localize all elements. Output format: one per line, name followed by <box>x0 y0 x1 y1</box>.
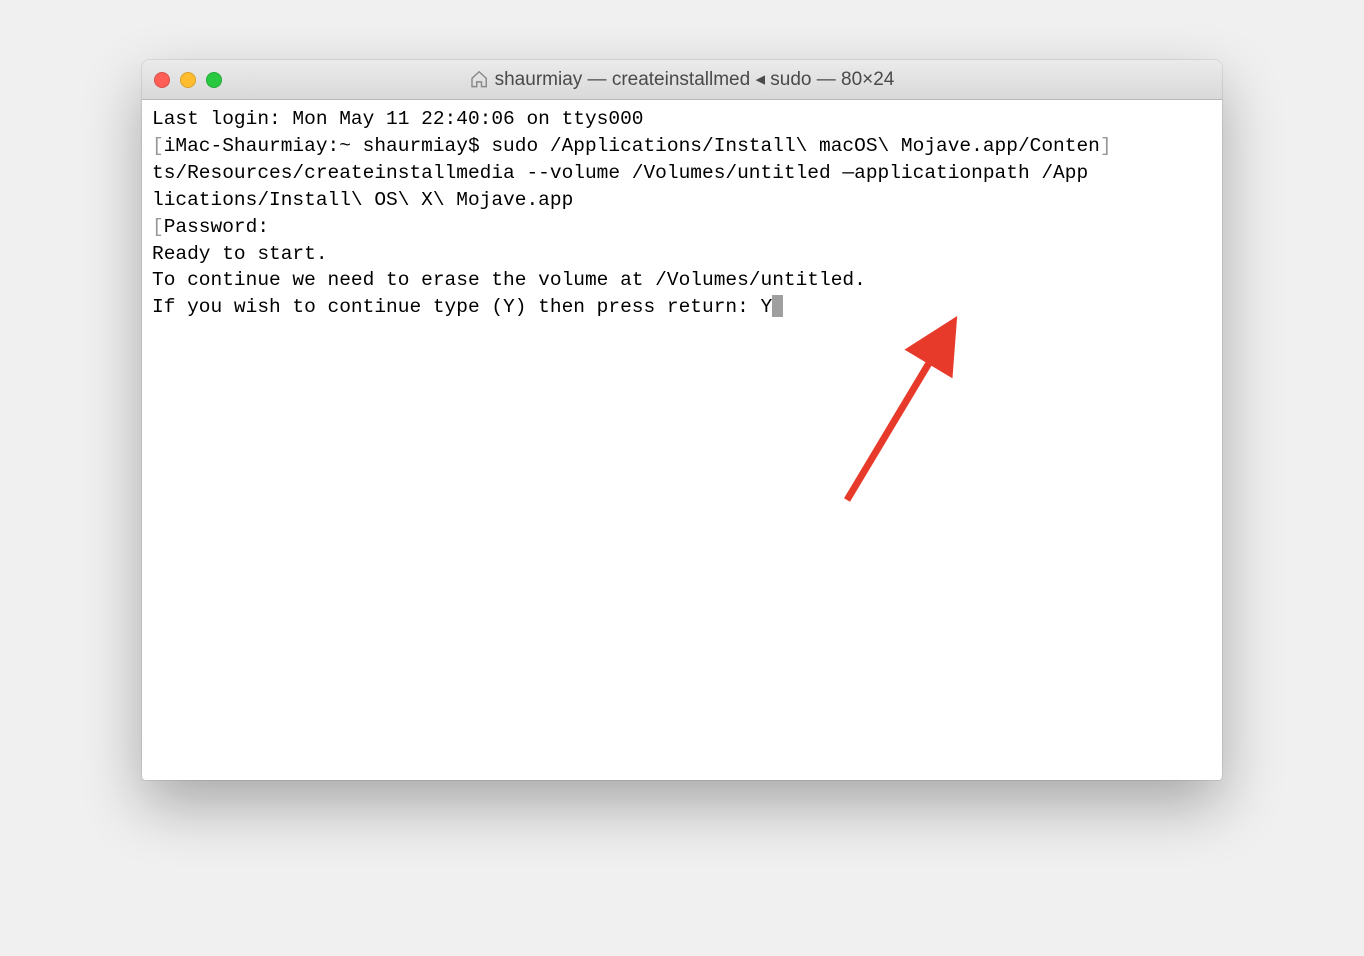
home-icon <box>470 70 489 89</box>
terminal-command: sudo /Applications/Install\ macOS\ Mojav… <box>491 135 1100 157</box>
terminal-line: Ready to start. <box>152 243 328 265</box>
terminal-window: shaurmiay — createinstallmed ◂ sudo — 80… <box>142 60 1222 780</box>
minimize-button[interactable] <box>180 72 196 88</box>
annotation-arrow <box>822 310 982 510</box>
terminal-prompt: iMac-Shaurmiay:~ shaurmiay$ <box>164 135 492 157</box>
terminal-line: If you wish to continue type (Y) then pr… <box>152 296 772 318</box>
terminal-line: Password: <box>164 216 269 238</box>
bracket-close: ] <box>1100 135 1112 157</box>
terminal-line: To continue we need to erase the volume … <box>152 269 866 291</box>
window-title: shaurmiay — createinstallmed ◂ sudo — 80… <box>470 68 895 91</box>
bracket-open: [ <box>152 135 164 157</box>
cursor <box>772 295 783 317</box>
terminal-content[interactable]: Last login: Mon May 11 22:40:06 on ttys0… <box>142 100 1222 780</box>
window-title-text: shaurmiay — createinstallmed ◂ sudo — 80… <box>495 68 895 91</box>
close-button[interactable] <box>154 72 170 88</box>
bracket-open: [ <box>152 216 164 238</box>
maximize-button[interactable] <box>206 72 222 88</box>
titlebar[interactable]: shaurmiay — createinstallmed ◂ sudo — 80… <box>142 60 1222 100</box>
terminal-line: ts/Resources/createinstallmedia --volume… <box>152 162 1088 184</box>
traffic-lights <box>154 72 222 88</box>
terminal-line: lications/Install\ OS\ X\ Mojave.app <box>152 189 573 211</box>
terminal-line: Last login: Mon May 11 22:40:06 on ttys0… <box>152 108 643 130</box>
